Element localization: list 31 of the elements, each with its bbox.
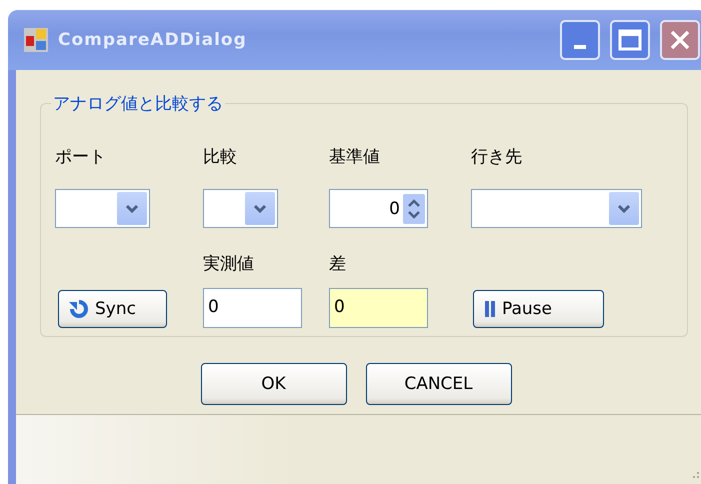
field-label: 差 <box>329 253 347 276</box>
field-label: ポート <box>55 146 107 169</box>
field-label: 基準値 <box>329 146 381 169</box>
up-down-arrows-icon <box>403 194 425 224</box>
app-icon <box>24 28 48 52</box>
cancel-button[interactable]: CANCEL <box>366 363 512 405</box>
dropdown[interactable] <box>203 189 278 228</box>
minimize-icon <box>574 45 586 49</box>
refresh-icon <box>69 299 89 319</box>
field-label: 行き先 <box>471 146 523 169</box>
chevron-down-icon <box>253 204 267 214</box>
text-field[interactable]: 0 <box>329 288 428 328</box>
window-title: CompareADDialog <box>58 30 248 50</box>
field-label: 実測値 <box>203 253 255 276</box>
text-field[interactable]: 0 <box>203 288 302 328</box>
pause-button[interactable]: Pause <box>473 290 604 328</box>
ok-button[interactable]: OK <box>200 363 346 405</box>
close-icon <box>669 29 691 51</box>
group-title: アナログ値と比較する <box>52 93 224 115</box>
close-button[interactable] <box>660 20 700 60</box>
chevron-down-icon <box>125 204 139 214</box>
dropdown[interactable] <box>55 189 150 228</box>
minimize-button[interactable] <box>560 20 600 60</box>
field-label: 比較 <box>203 146 238 169</box>
number-spinner[interactable]: 0 <box>329 189 428 228</box>
maximize-icon <box>618 29 642 51</box>
chevron-down-icon <box>617 204 631 214</box>
sync-button[interactable]: Sync <box>58 290 167 328</box>
maximize-button[interactable] <box>610 20 650 60</box>
dropdown[interactable] <box>471 189 642 228</box>
pause-icon <box>484 301 496 317</box>
